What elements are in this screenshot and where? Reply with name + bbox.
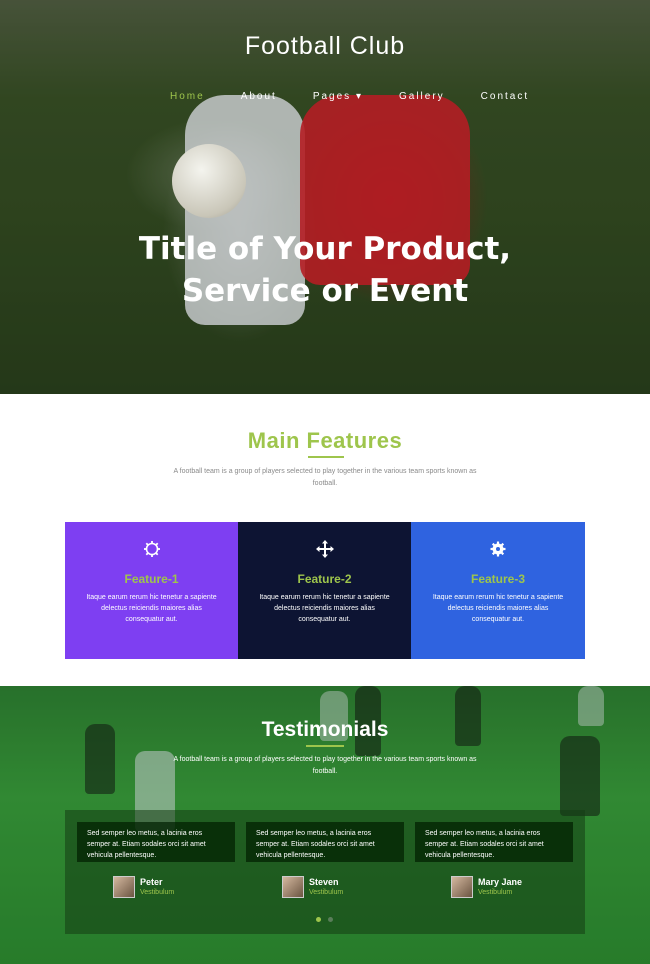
feature-card-1: Feature-1 Itaque earum rerum hic tenetur… (65, 522, 238, 659)
features-description: A football team is a group of players se… (173, 468, 477, 487)
hero-title: Title of Your Product, Service or Event (0, 228, 650, 312)
testimonial-role: Vestibulum (478, 889, 513, 896)
nav-item-contact[interactable]: Contact (481, 91, 529, 102)
testimonial-name: Steven (309, 877, 339, 887)
hero-section: Football Club Home About Pages ▾ Gallery… (0, 0, 650, 394)
testimonial-name: Peter (140, 877, 163, 887)
hero-title-line-2: Service or Event (181, 273, 469, 309)
gear-outline-icon (143, 540, 161, 558)
testimonial-author: Mary Jane Vestibulum (415, 875, 573, 899)
features-heading-underline (308, 456, 344, 458)
move-arrows-icon (315, 540, 334, 558)
testimonial-author: Steven Vestibulum (246, 875, 404, 899)
features-heading: Main Features (247, 428, 403, 453)
site-logo[interactable]: Football Club (0, 32, 650, 61)
nav-item-gallery[interactable]: Gallery (399, 91, 445, 102)
feature-title: Feature-3 (470, 572, 526, 586)
testimonials-heading-underline (306, 745, 344, 747)
hero-title-line-1: Title of Your Product, (138, 231, 512, 267)
nav-item-about[interactable]: About (241, 91, 277, 102)
testimonials-description: A football team is a group of players se… (173, 756, 477, 775)
feature-title: Feature-1 (124, 572, 179, 586)
feature-text: Itaque earum rerum hic tenetur a sapient… (432, 594, 564, 623)
avatar (451, 876, 473, 898)
testimonial-name: Mary Jane (478, 877, 523, 887)
avatar (282, 876, 304, 898)
feature-card-2: Feature-2 Itaque earum rerum hic tenetur… (238, 522, 411, 659)
testimonial-card: Sed semper leo metus, a lacinia eros sem… (415, 822, 573, 899)
testimonial-quote: Sed semper leo metus, a lacinia eros sem… (77, 822, 235, 862)
carousel-dot-2[interactable] (328, 917, 333, 922)
carousel-pagination (316, 917, 336, 923)
nav-item-home[interactable]: Home (170, 91, 205, 102)
nav-item-pages[interactable]: Pages ▾ (313, 91, 363, 102)
testimonial-author: Peter Vestibulum (77, 875, 235, 899)
feature-text: Itaque earum rerum hic tenetur a sapient… (86, 594, 217, 623)
testimonial-quote: Sed semper leo metus, a lacinia eros sem… (246, 822, 404, 862)
testimonials-section: Testimonials A football team is a group … (0, 686, 650, 964)
testimonial-role: Vestibulum (140, 889, 175, 896)
avatar (113, 876, 135, 898)
main-nav: Home About Pages ▾ Gallery Contact (170, 91, 565, 102)
testimonials-heading: Testimonials (261, 718, 389, 741)
feature-text: Itaque earum rerum hic tenetur a sapient… (259, 594, 390, 623)
testimonial-quote: Sed semper leo metus, a lacinia eros sem… (415, 822, 573, 862)
testimonial-role: Vestibulum (309, 889, 344, 896)
testimonials-carousel: Sed semper leo metus, a lacinia eros sem… (65, 810, 585, 934)
testimonial-card: Sed semper leo metus, a lacinia eros sem… (77, 822, 235, 899)
feature-card-3: Feature-3 Itaque earum rerum hic tenetur… (411, 522, 585, 659)
testimonial-card: Sed semper leo metus, a lacinia eros sem… (246, 822, 404, 899)
gear-icon (489, 540, 507, 558)
carousel-dot-1[interactable] (316, 917, 321, 922)
feature-title: Feature-2 (297, 572, 352, 586)
